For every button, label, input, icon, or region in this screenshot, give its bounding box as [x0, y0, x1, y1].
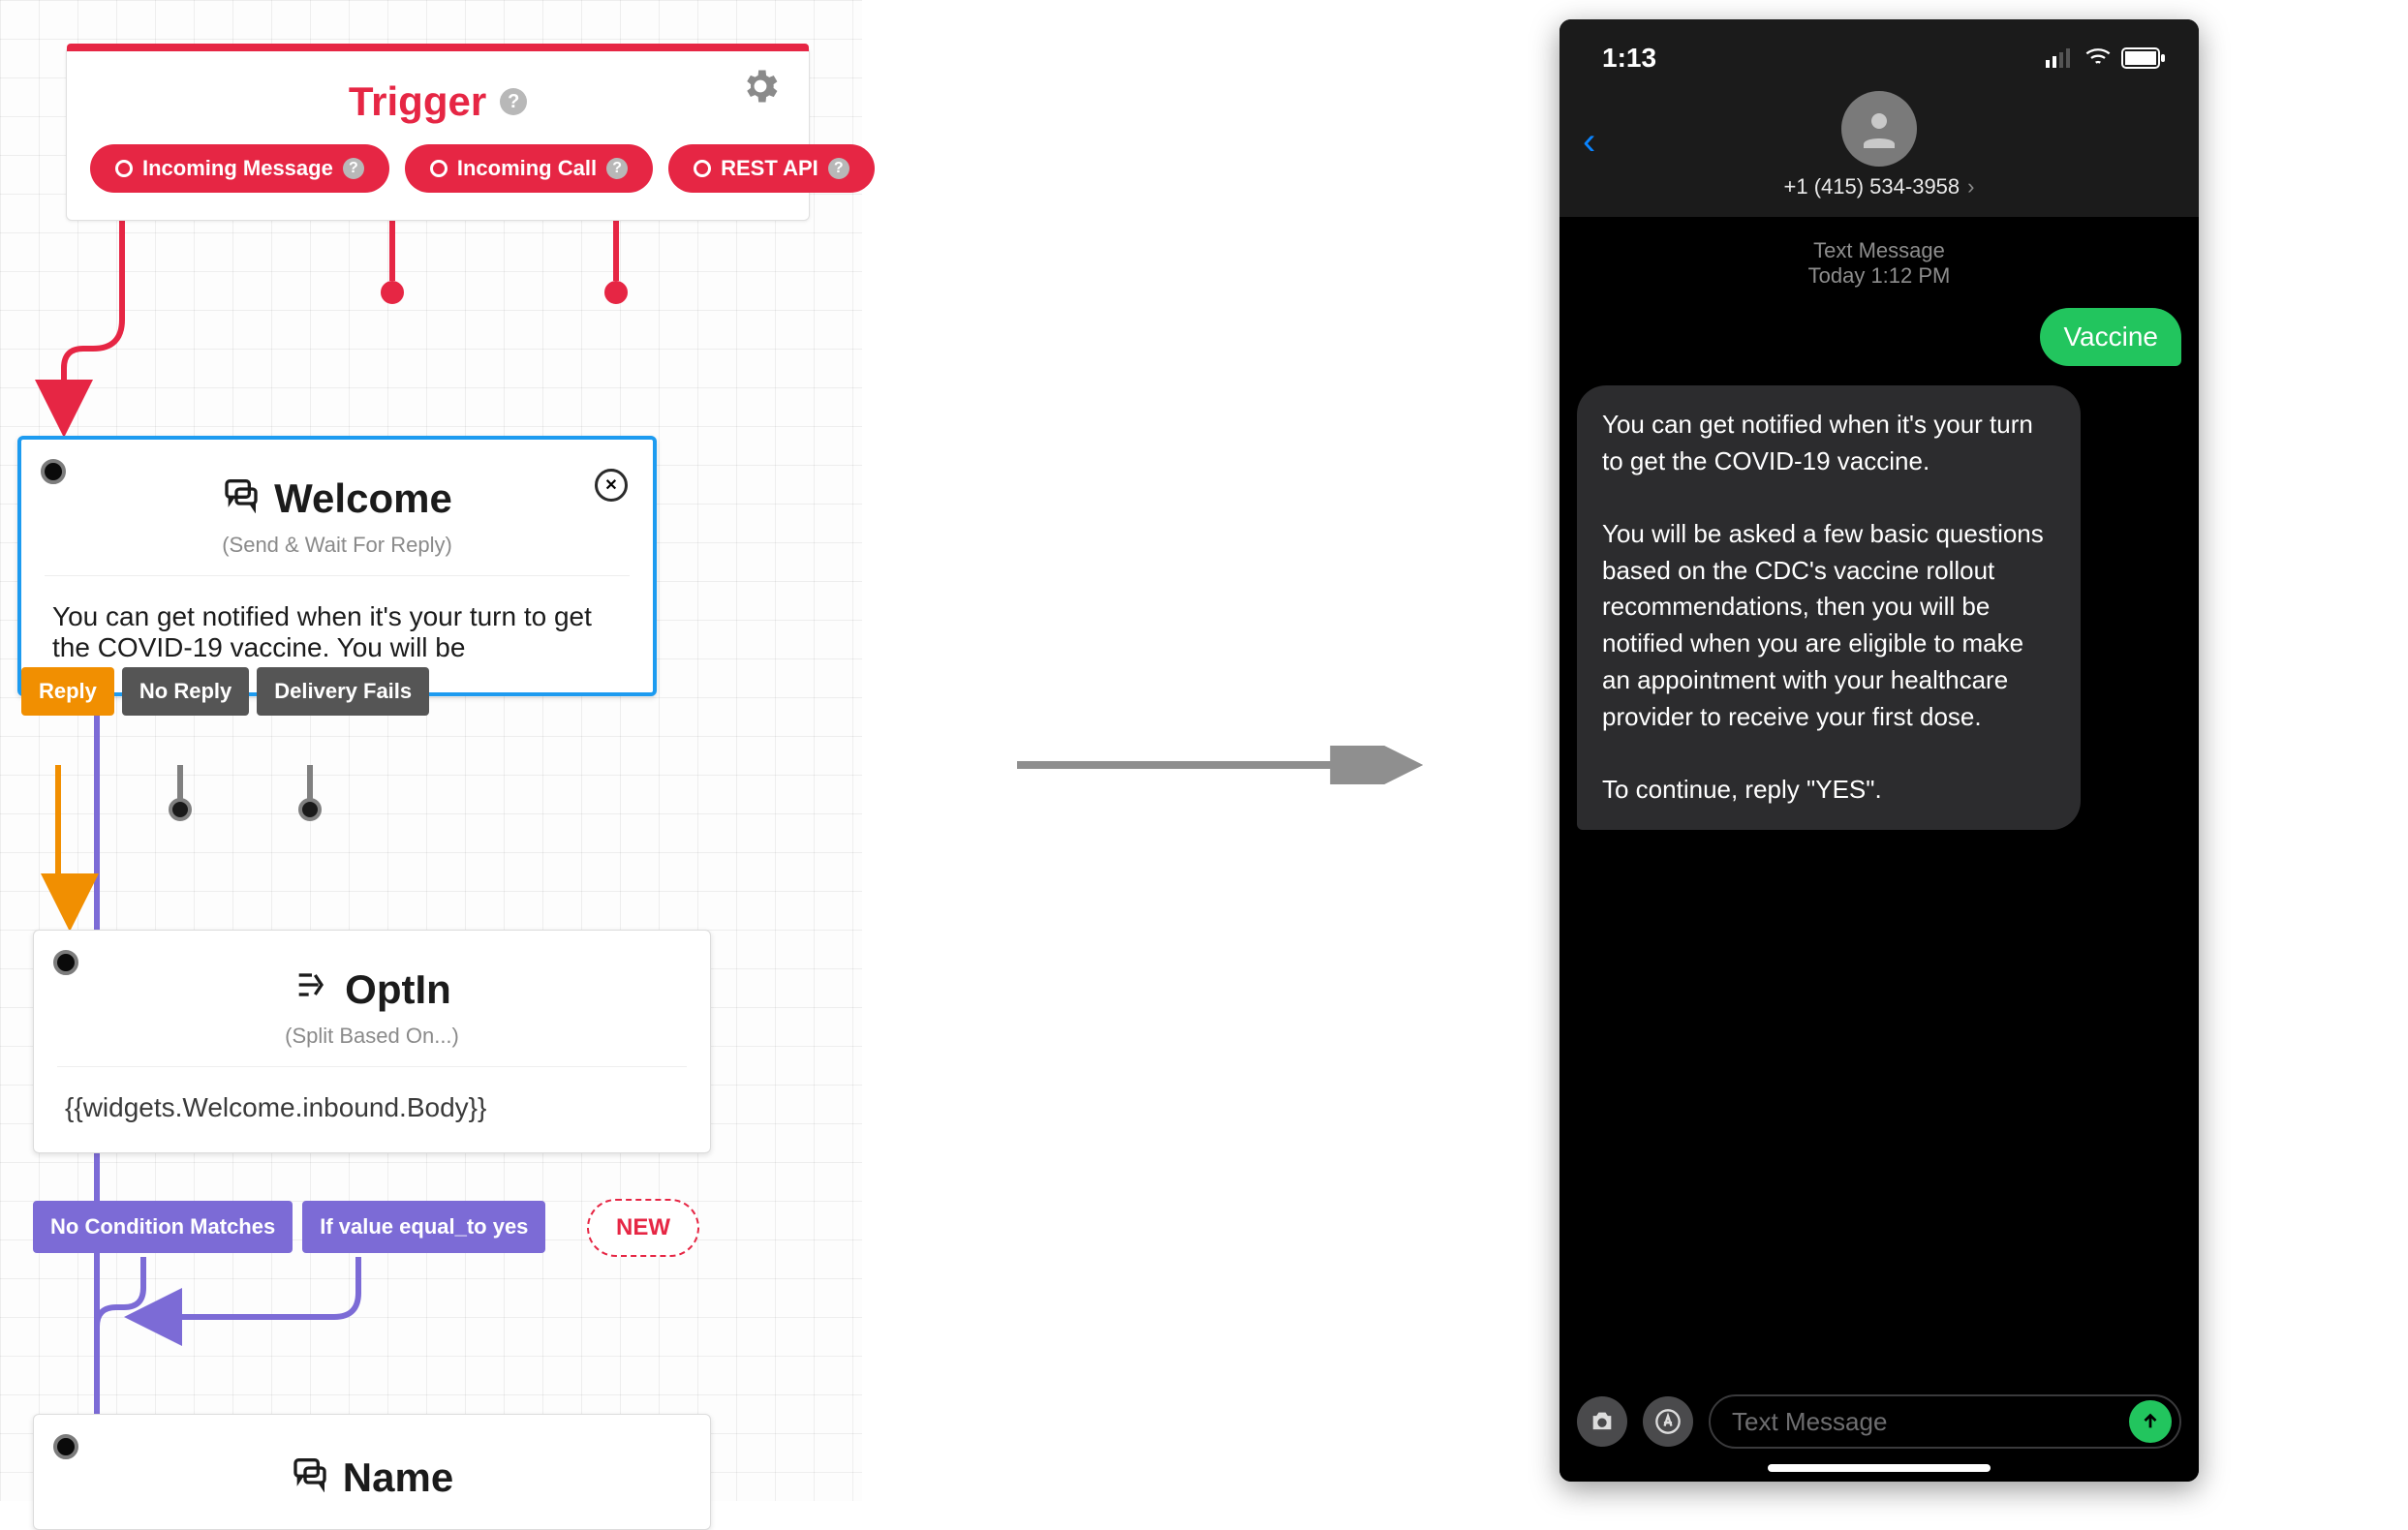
card-subtitle: (Send & Wait For Reply)	[45, 533, 630, 576]
flow-canvas[interactable]: Trigger ? Incoming Message ? Incoming Ca…	[0, 0, 862, 1501]
camera-icon[interactable]	[1577, 1396, 1627, 1447]
signal-icon	[2046, 48, 2075, 68]
send-button[interactable]	[2129, 1400, 2172, 1443]
card-header: Welcome ✕	[21, 440, 653, 533]
card-title-text: Name	[343, 1454, 453, 1501]
nav-bar: ‹ +1 (415) 534-3958 ›	[1559, 81, 2199, 217]
card-header: Name	[34, 1415, 710, 1512]
pill-incoming-message[interactable]: Incoming Message ?	[90, 144, 389, 193]
trigger-node[interactable]: Trigger ? Incoming Message ? Incoming Ca…	[66, 46, 810, 221]
phone-mock: 1:13 ‹ +1 (415) 534-3958 › Text Message …	[1559, 19, 2199, 1482]
pill-rest-api[interactable]: REST API ?	[668, 144, 875, 193]
chip-eq-yes[interactable]: If value equal_to yes	[302, 1201, 545, 1253]
trigger-header: Trigger ?	[67, 47, 809, 144]
thread-meta: Text Message Today 1:12 PM	[1577, 238, 2181, 289]
chat-icon	[291, 1454, 329, 1502]
chevron-right-icon: ›	[1967, 174, 1974, 199]
pill-label: Incoming Call	[457, 156, 597, 181]
output-port[interactable]	[381, 281, 404, 304]
name-node[interactable]: Name	[33, 1414, 711, 1530]
trigger-title: Trigger ?	[349, 78, 527, 125]
tab-no-reply[interactable]: No Reply	[122, 667, 249, 716]
split-icon	[293, 965, 331, 1014]
new-chip-wrap: NEW	[587, 1199, 699, 1257]
trigger-title-text: Trigger	[349, 78, 486, 125]
help-icon[interactable]: ?	[828, 158, 849, 179]
optin-chips: No Condition Matches If value equal_to y…	[33, 1201, 545, 1253]
meta-time: Today 1:12 PM	[1577, 263, 2181, 289]
appstore-icon[interactable]	[1643, 1396, 1693, 1447]
card-body: {{widgets.Welcome.inbound.Body}}	[34, 1067, 710, 1152]
port-icon	[694, 160, 711, 177]
compose-input[interactable]: Text Message	[1709, 1394, 2181, 1449]
port-icon	[430, 160, 448, 177]
status-time: 1:13	[1602, 43, 1656, 74]
gear-icon[interactable]	[739, 65, 782, 112]
tab-delivery-fails[interactable]: Delivery Fails	[257, 667, 429, 716]
output-port[interactable]	[604, 281, 628, 304]
incoming-bubble: You can get notified when it's your turn…	[1577, 385, 2081, 830]
tab-reply[interactable]: Reply	[21, 667, 114, 716]
wifi-icon	[2084, 48, 2112, 68]
home-indicator[interactable]	[1768, 1464, 1991, 1472]
outgoing-bubble: Vaccine	[2040, 308, 2181, 366]
card-title-text: Welcome	[274, 475, 452, 522]
chip-no-match[interactable]: No Condition Matches	[33, 1201, 293, 1253]
card-subtitle: (Split Based On...)	[57, 1024, 687, 1067]
compose-placeholder: Text Message	[1732, 1407, 1887, 1437]
contact-number: +1 (415) 534-3958	[1784, 174, 1960, 199]
message-thread[interactable]: Text Message Today 1:12 PM Vaccine You c…	[1559, 217, 2199, 1389]
pill-incoming-call[interactable]: Incoming Call ?	[405, 144, 653, 193]
battery-icon	[2121, 47, 2166, 69]
contact-label[interactable]: +1 (415) 534-3958 ›	[1784, 174, 1975, 199]
back-icon[interactable]: ‹	[1583, 120, 1595, 164]
connectors-layer	[0, 0, 862, 1501]
output-port[interactable]	[169, 798, 192, 821]
welcome-node[interactable]: Welcome ✕ (Send & Wait For Reply) You ca…	[17, 436, 657, 696]
card-title-text: OptIn	[345, 966, 451, 1013]
welcome-tabs: Reply No Reply Delivery Fails	[21, 667, 429, 716]
status-icons	[2046, 47, 2166, 69]
chat-icon	[222, 474, 261, 523]
card-header: OptIn	[34, 931, 710, 1024]
arrow-icon	[1017, 746, 1424, 784]
pill-label: Incoming Message	[142, 156, 333, 181]
help-icon[interactable]: ?	[343, 158, 364, 179]
meta-type: Text Message	[1577, 238, 2181, 263]
pill-label: REST API	[721, 156, 818, 181]
optin-node[interactable]: OptIn (Split Based On...) {{widgets.Welc…	[33, 930, 711, 1153]
avatar[interactable]	[1841, 91, 1917, 167]
new-transition-button[interactable]: NEW	[587, 1199, 699, 1257]
close-icon[interactable]: ✕	[595, 469, 628, 502]
port-icon	[115, 160, 133, 177]
help-icon[interactable]: ?	[606, 158, 628, 179]
help-icon[interactable]: ?	[500, 88, 527, 115]
trigger-pills: Incoming Message ? Incoming Call ? REST …	[67, 144, 809, 220]
status-bar: 1:13	[1559, 19, 2199, 81]
output-port[interactable]	[298, 798, 322, 821]
